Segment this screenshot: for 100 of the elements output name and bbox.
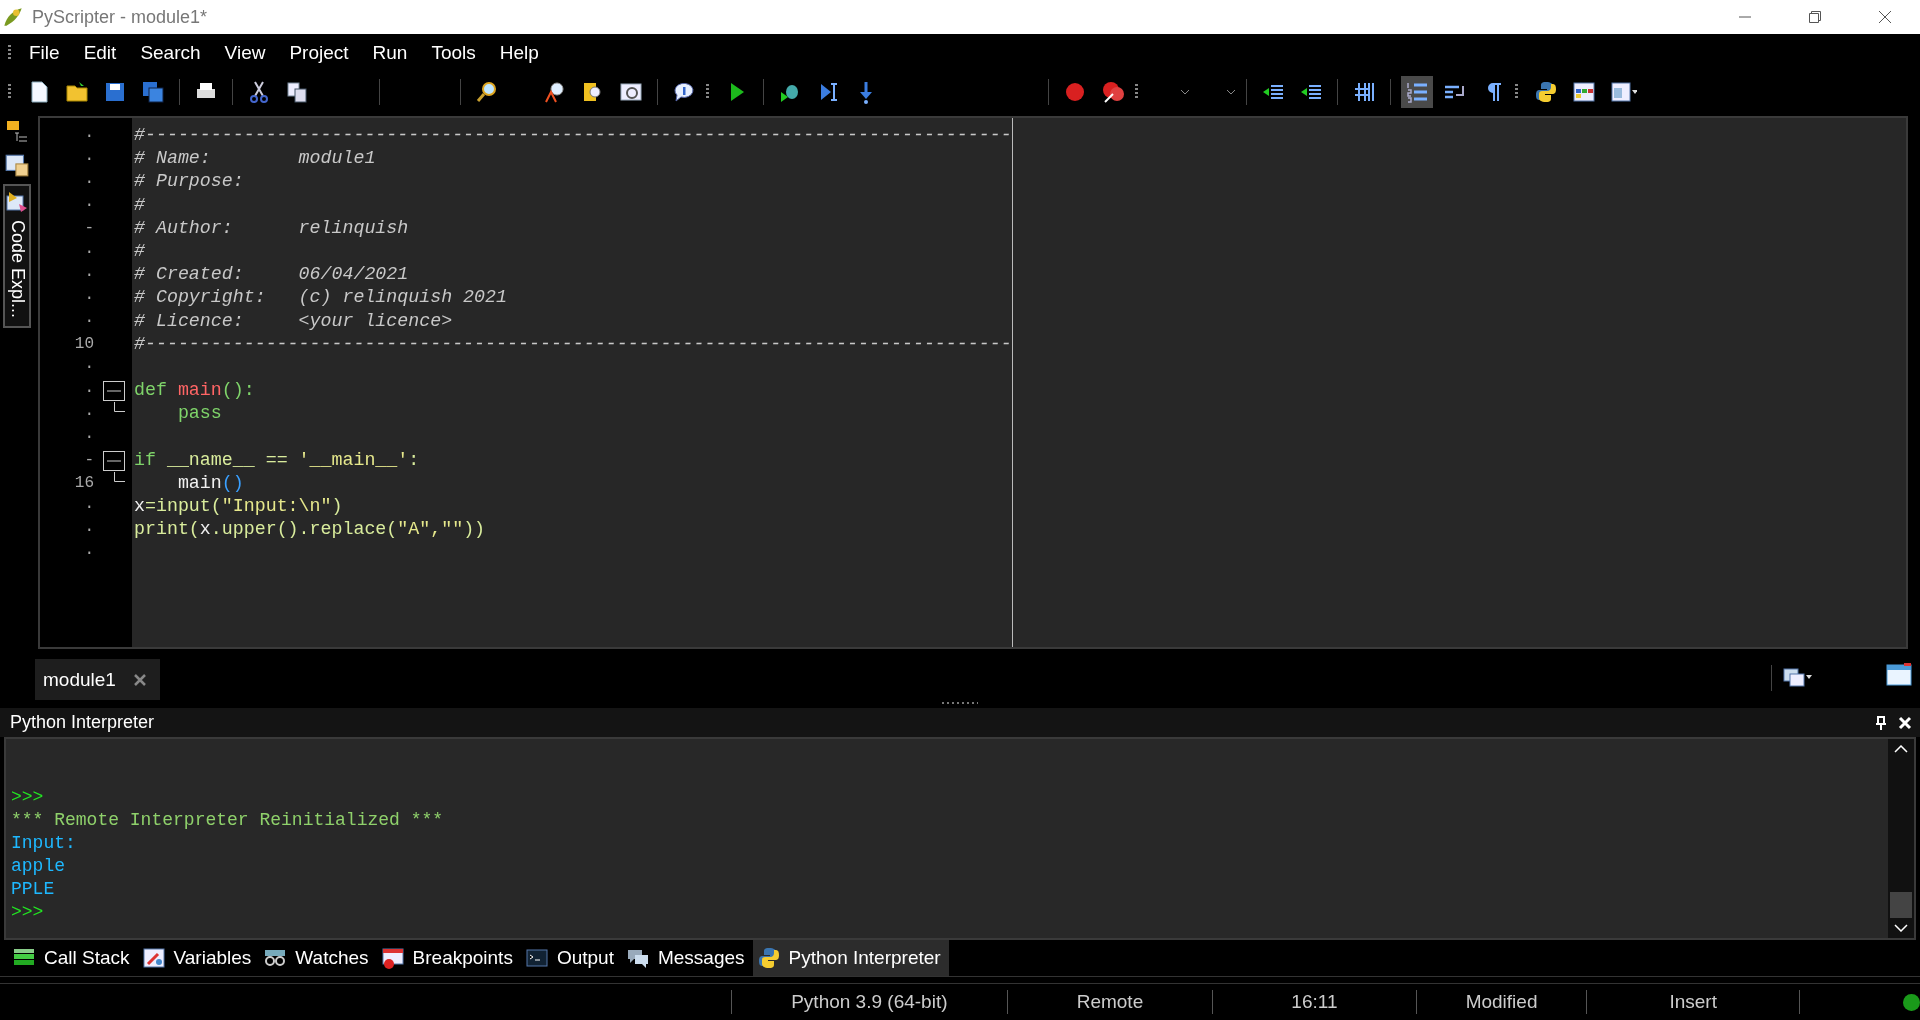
folder-icon: [65, 80, 89, 104]
copy-icon: [285, 80, 309, 104]
line-number: ·: [83, 312, 95, 331]
code-line: #: [133, 193, 145, 217]
panel-tab[interactable]: Output: [520, 940, 622, 976]
python-icon: [756, 946, 781, 970]
console-icon: [524, 946, 549, 970]
document-tab[interactable]: module1: [35, 659, 160, 700]
menu-item[interactable]: Tools: [419, 42, 488, 64]
menu-item[interactable]: Search: [128, 42, 213, 64]
breakpoints-icon: [380, 946, 405, 970]
status-field: 16:11: [1211, 990, 1416, 1014]
code-line: # Licence: <your licence>: [133, 309, 453, 333]
panel-tab[interactable]: Messages: [621, 940, 753, 976]
project-icon: [4, 152, 30, 178]
menu-item[interactable]: Help: [487, 42, 551, 64]
code-line: x=input("Input:\n"): [133, 495, 343, 518]
variables-icon: [141, 946, 166, 970]
chevron-down-icon: [1180, 89, 1190, 95]
python-icon: [1534, 80, 1558, 104]
code-line: #: [133, 239, 145, 263]
line-number: -: [83, 219, 95, 238]
console-line: Input:: [11, 832, 76, 855]
console-line: PPLE: [11, 878, 55, 901]
scissors-icon: [247, 80, 271, 104]
line-numbers-icon: [1405, 80, 1429, 104]
panel-tab[interactable]: Variables: [137, 940, 260, 976]
panel-tab[interactable]: Python Interpreter: [752, 940, 949, 976]
console-line: >>>: [11, 901, 44, 924]
code-line: pass: [176, 402, 222, 426]
find-window-icon: [619, 80, 643, 104]
line-number: ·: [83, 381, 95, 400]
code-line: if __name__ == '__main__':: [133, 448, 420, 472]
line-number: ·: [83, 428, 95, 447]
status-field: Insert: [1586, 990, 1800, 1014]
search-icon: [475, 80, 499, 104]
line-number: 16: [73, 474, 95, 493]
status-field: Python 3.9 (64-bit): [730, 990, 1007, 1014]
code-line: # Author: relinquish: [133, 216, 409, 240]
code-line: # Created: 06/04/2021: [133, 263, 409, 287]
line-number: ·: [83, 288, 95, 307]
comment-icon: [1352, 80, 1376, 104]
splitter-grip-icon[interactable]: [940, 700, 980, 706]
console-line: >>>: [11, 786, 44, 809]
status-field: Modified: [1415, 990, 1587, 1014]
minimize-icon: [1738, 16, 1752, 18]
scrollbar[interactable]: [1888, 739, 1914, 938]
console-line: apple: [11, 855, 65, 878]
code-line: #-------------------------------------------------------------------------------: [133, 332, 1012, 356]
menu-item[interactable]: Run: [360, 42, 420, 64]
line-number: ·: [83, 172, 95, 191]
line-number: ·: [83, 265, 95, 284]
panel-tab[interactable]: Call Stack: [8, 940, 138, 976]
save-all-icon: [141, 80, 165, 104]
close-icon: [1878, 10, 1892, 24]
side-tab[interactable]: Code Expl...: [3, 184, 31, 329]
line-number: ·: [83, 126, 95, 145]
code-line: # Purpose:: [133, 170, 244, 194]
line-number: ·: [83, 520, 95, 539]
window-title: PyScripter - module1*: [32, 6, 209, 28]
chevron-up-icon[interactable]: [1894, 745, 1908, 753]
panel-tab[interactable]: Breakpoints: [376, 940, 521, 976]
collapse-icon[interactable]: [102, 379, 126, 403]
collapse-icon[interactable]: [102, 448, 126, 472]
save-icon: [103, 80, 127, 104]
menu-item[interactable]: File: [17, 42, 72, 64]
console-line: *** Remote Interpreter Reinitialized ***: [11, 809, 444, 832]
menu-item[interactable]: Edit: [71, 42, 129, 64]
code-line: main(): [176, 471, 244, 495]
status-field: Remote: [1006, 990, 1212, 1014]
panel-tab[interactable]: Watches: [259, 940, 377, 976]
scrollbar-thumb[interactable]: [1890, 892, 1912, 918]
line-number: ·: [83, 543, 95, 562]
code-explorer-icon: [5, 190, 29, 214]
line-numbers-button[interactable]: [1401, 76, 1433, 108]
line-number: ·: [83, 404, 95, 423]
layout-icon: [1572, 80, 1596, 104]
line-number: ·: [83, 358, 95, 377]
restore-icon: [1808, 10, 1822, 24]
panel-title: Python Interpreter: [10, 712, 156, 733]
code-line: # Name: module1: [133, 147, 376, 171]
find-replace-icon: [543, 80, 567, 104]
line-number: ·: [83, 196, 95, 215]
code-line: #-------------------------------------------------------------------------------: [133, 124, 1012, 147]
code-line: print(x.upper().replace("A","")): [133, 518, 486, 542]
line-number: ·: [83, 149, 95, 168]
code-line: # Copyright: (c) relinquish 2021: [133, 286, 507, 310]
menu-item[interactable]: View: [212, 42, 278, 64]
chevron-down-icon: [1226, 89, 1236, 95]
line-number: 10: [73, 335, 95, 354]
chevron-down-icon[interactable]: [1894, 924, 1908, 932]
pin-icon[interactable]: [1874, 715, 1888, 730]
breakpoint-icon: [1063, 80, 1087, 104]
line-number: -: [83, 451, 95, 470]
clear-breakpoints-icon: [1101, 80, 1125, 104]
menu-item[interactable]: Project: [277, 42, 361, 64]
line-number: ·: [83, 242, 95, 261]
code-line: def main():: [133, 379, 255, 403]
window-icon[interactable]: [1886, 663, 1912, 687]
info-icon: [672, 80, 696, 104]
